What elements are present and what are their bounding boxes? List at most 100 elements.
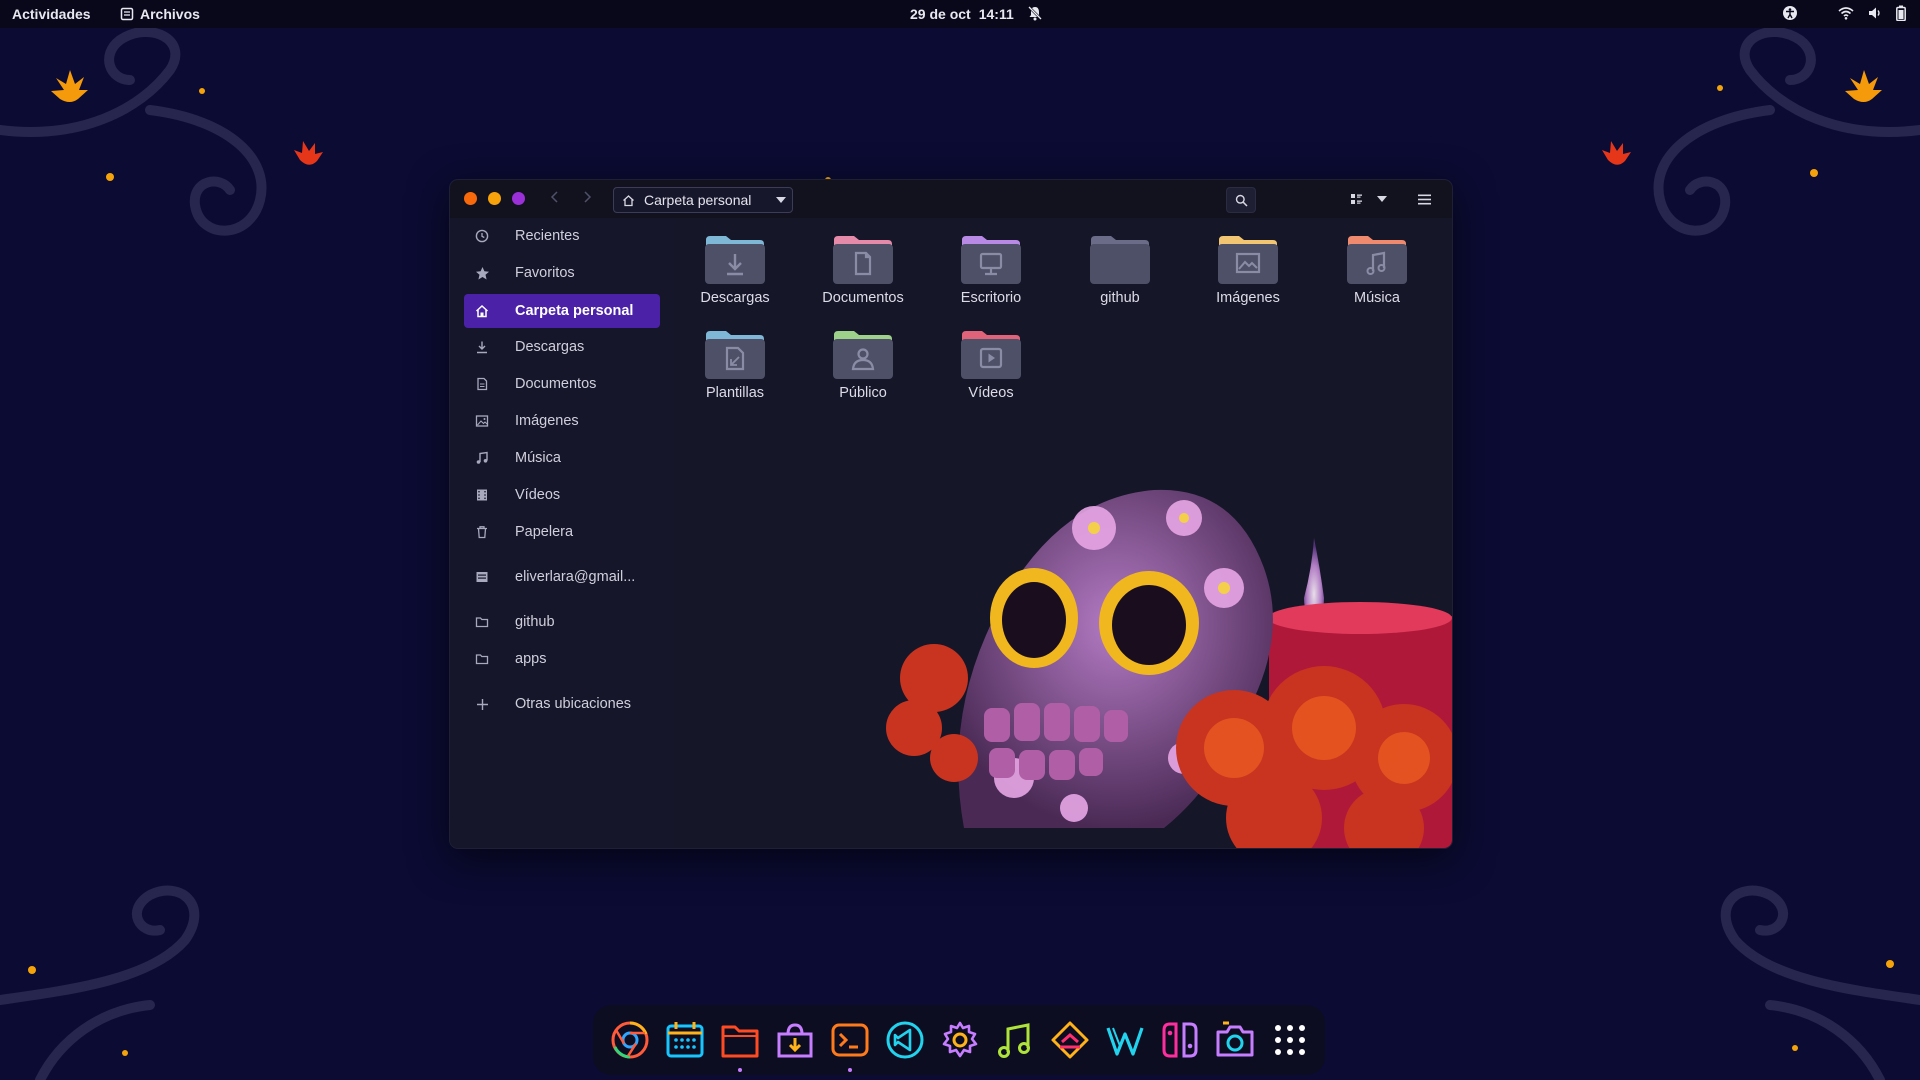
view-options-button[interactable]	[1370, 187, 1394, 211]
sidebar-item-label: apps	[515, 651, 547, 667]
folder-musica[interactable]: Música	[1316, 232, 1426, 316]
film-icon	[474, 487, 490, 503]
folder-view[interactable]: Descargas Documentos Escritorio github I…	[674, 218, 1452, 848]
folder-plantillas[interactable]: Plantillas	[674, 327, 784, 411]
music-icon	[474, 450, 490, 466]
sidebar-item-account[interactable]: eliverlara@gmail...	[464, 561, 660, 593]
header-bar: Carpeta personal	[450, 180, 1452, 218]
terminal-icon[interactable]	[828, 1018, 872, 1062]
sidebar-item-descargas[interactable]: Descargas	[464, 331, 660, 363]
wifi-icon[interactable]	[1838, 6, 1854, 20]
sidebar-item-papelera[interactable]: Papelera	[464, 516, 660, 548]
battery-icon[interactable]	[1896, 5, 1906, 21]
clock-time: 14:11	[978, 6, 1014, 22]
music-icon[interactable]	[993, 1018, 1037, 1062]
home-icon	[623, 194, 634, 206]
sidebar-item-favoritos[interactable]: Favoritos	[464, 257, 660, 289]
activities-button[interactable]: Actividades	[12, 6, 91, 22]
folder-person-icon	[833, 331, 893, 379]
folder-label: Música	[1354, 290, 1400, 306]
running-indicator	[738, 1068, 742, 1072]
folder-publico[interactable]: Público	[802, 327, 912, 411]
search-button[interactable]	[1226, 187, 1256, 213]
running-indicator	[848, 1068, 852, 1072]
download-icon	[474, 339, 490, 355]
view-mode-button[interactable]	[1343, 187, 1369, 211]
sidebar-item-musica[interactable]: Música	[464, 442, 660, 474]
clock[interactable]: 29 de oct 14:11	[910, 6, 1022, 22]
app-menu-label: Archivos	[140, 6, 200, 22]
sidebar-item-carpeta-personal[interactable]: Carpeta personal	[464, 294, 660, 328]
folder-label: Escritorio	[960, 290, 1022, 306]
chevron-right-icon	[584, 191, 592, 203]
sidebar-item-documentos[interactable]: Documentos	[464, 368, 660, 400]
main-menu-button[interactable]	[1410, 187, 1438, 211]
folder-label: Plantillas	[705, 385, 765, 401]
maximize-button[interactable]	[512, 192, 525, 205]
camera-icon[interactable]	[1213, 1018, 1257, 1062]
close-button[interactable]	[464, 192, 477, 205]
folder-label: Descargas	[700, 290, 770, 306]
git-icon[interactable]	[1048, 1018, 1092, 1062]
folder-imagenes[interactable]: Imágenes	[1187, 232, 1297, 316]
folder-documentos[interactable]: Documentos	[802, 232, 912, 316]
sidebar-item-label: Otras ubicaciones	[515, 696, 632, 712]
path-bar-label: Carpeta personal	[644, 192, 752, 208]
folder-music-icon	[1347, 236, 1407, 284]
switch-icon[interactable]	[1158, 1018, 1202, 1062]
folder-label: Vídeos	[968, 385, 1014, 401]
forward-button[interactable]	[576, 189, 598, 209]
path-bar[interactable]: Carpeta personal	[613, 187, 793, 213]
files-app-icon	[120, 7, 134, 21]
system-tray[interactable]	[1782, 5, 1906, 21]
calendar-icon[interactable]	[663, 1018, 707, 1062]
sidebar-item-github[interactable]: github	[464, 606, 660, 638]
trash-icon	[474, 524, 490, 540]
sidebar-item-otras-ubicaciones[interactable]: Otras ubicaciones	[464, 688, 660, 720]
sidebar-item-videos[interactable]: Vídeos	[464, 479, 660, 511]
folder-document-icon	[833, 236, 893, 284]
sidebar-item-label: Imágenes	[515, 413, 579, 429]
folder-template-icon	[705, 331, 765, 379]
volume-icon[interactable]	[1868, 6, 1882, 20]
accessibility-icon[interactable]	[1782, 5, 1798, 21]
path-menu-button[interactable]	[770, 188, 792, 212]
app-menu[interactable]: Archivos	[120, 6, 200, 22]
vscode-icon[interactable]	[883, 1018, 927, 1062]
sidebar-item-imagenes[interactable]: Imágenes	[464, 405, 660, 437]
folder-download-icon	[705, 236, 765, 284]
settings-icon[interactable]	[938, 1018, 982, 1062]
caret-down-icon	[1377, 196, 1387, 202]
folder-label: github	[1100, 290, 1140, 306]
sidebar-item-label: Vídeos	[515, 487, 561, 503]
clock-date: 29 de oct	[910, 6, 971, 22]
folder-escritorio[interactable]: Escritorio	[930, 232, 1040, 316]
file-manager-window: Carpeta personal Recientes Favoritos Car…	[450, 180, 1452, 848]
wallpaper-skull-artwork	[886, 489, 1452, 848]
top-bar: Actividades Archivos 29 de oct 14:11	[0, 0, 1920, 28]
sidebar-item-label: Carpeta personal	[515, 303, 634, 319]
minimize-button[interactable]	[488, 192, 501, 205]
folder-descargas[interactable]: Descargas	[674, 232, 784, 316]
caret-down-icon	[776, 197, 786, 203]
folder-videos[interactable]: Vídeos	[930, 327, 1040, 411]
clock-icon	[474, 228, 490, 244]
folder-label: Imágenes	[1216, 290, 1280, 306]
folder-github[interactable]: github	[1059, 232, 1169, 316]
files-icon[interactable]	[718, 1018, 762, 1062]
folder-image-icon	[1218, 236, 1278, 284]
sidebar-item-label: eliverlara@gmail...	[515, 569, 636, 585]
grid-view-icon	[1350, 193, 1362, 204]
software-icon[interactable]	[773, 1018, 817, 1062]
plus-icon	[474, 696, 490, 712]
back-button[interactable]	[544, 189, 566, 209]
chrome-icon[interactable]	[608, 1018, 652, 1062]
search-icon	[1235, 194, 1248, 207]
app-grid-icon[interactable]	[1268, 1018, 1312, 1062]
notifications-muted-icon[interactable]	[1027, 5, 1043, 21]
sidebar-item-recientes[interactable]: Recientes	[464, 220, 660, 252]
folder-label: Documentos	[822, 290, 904, 306]
writer-icon[interactable]	[1103, 1018, 1147, 1062]
folder-monitor-icon	[961, 236, 1021, 284]
sidebar-item-apps[interactable]: apps	[464, 643, 660, 675]
